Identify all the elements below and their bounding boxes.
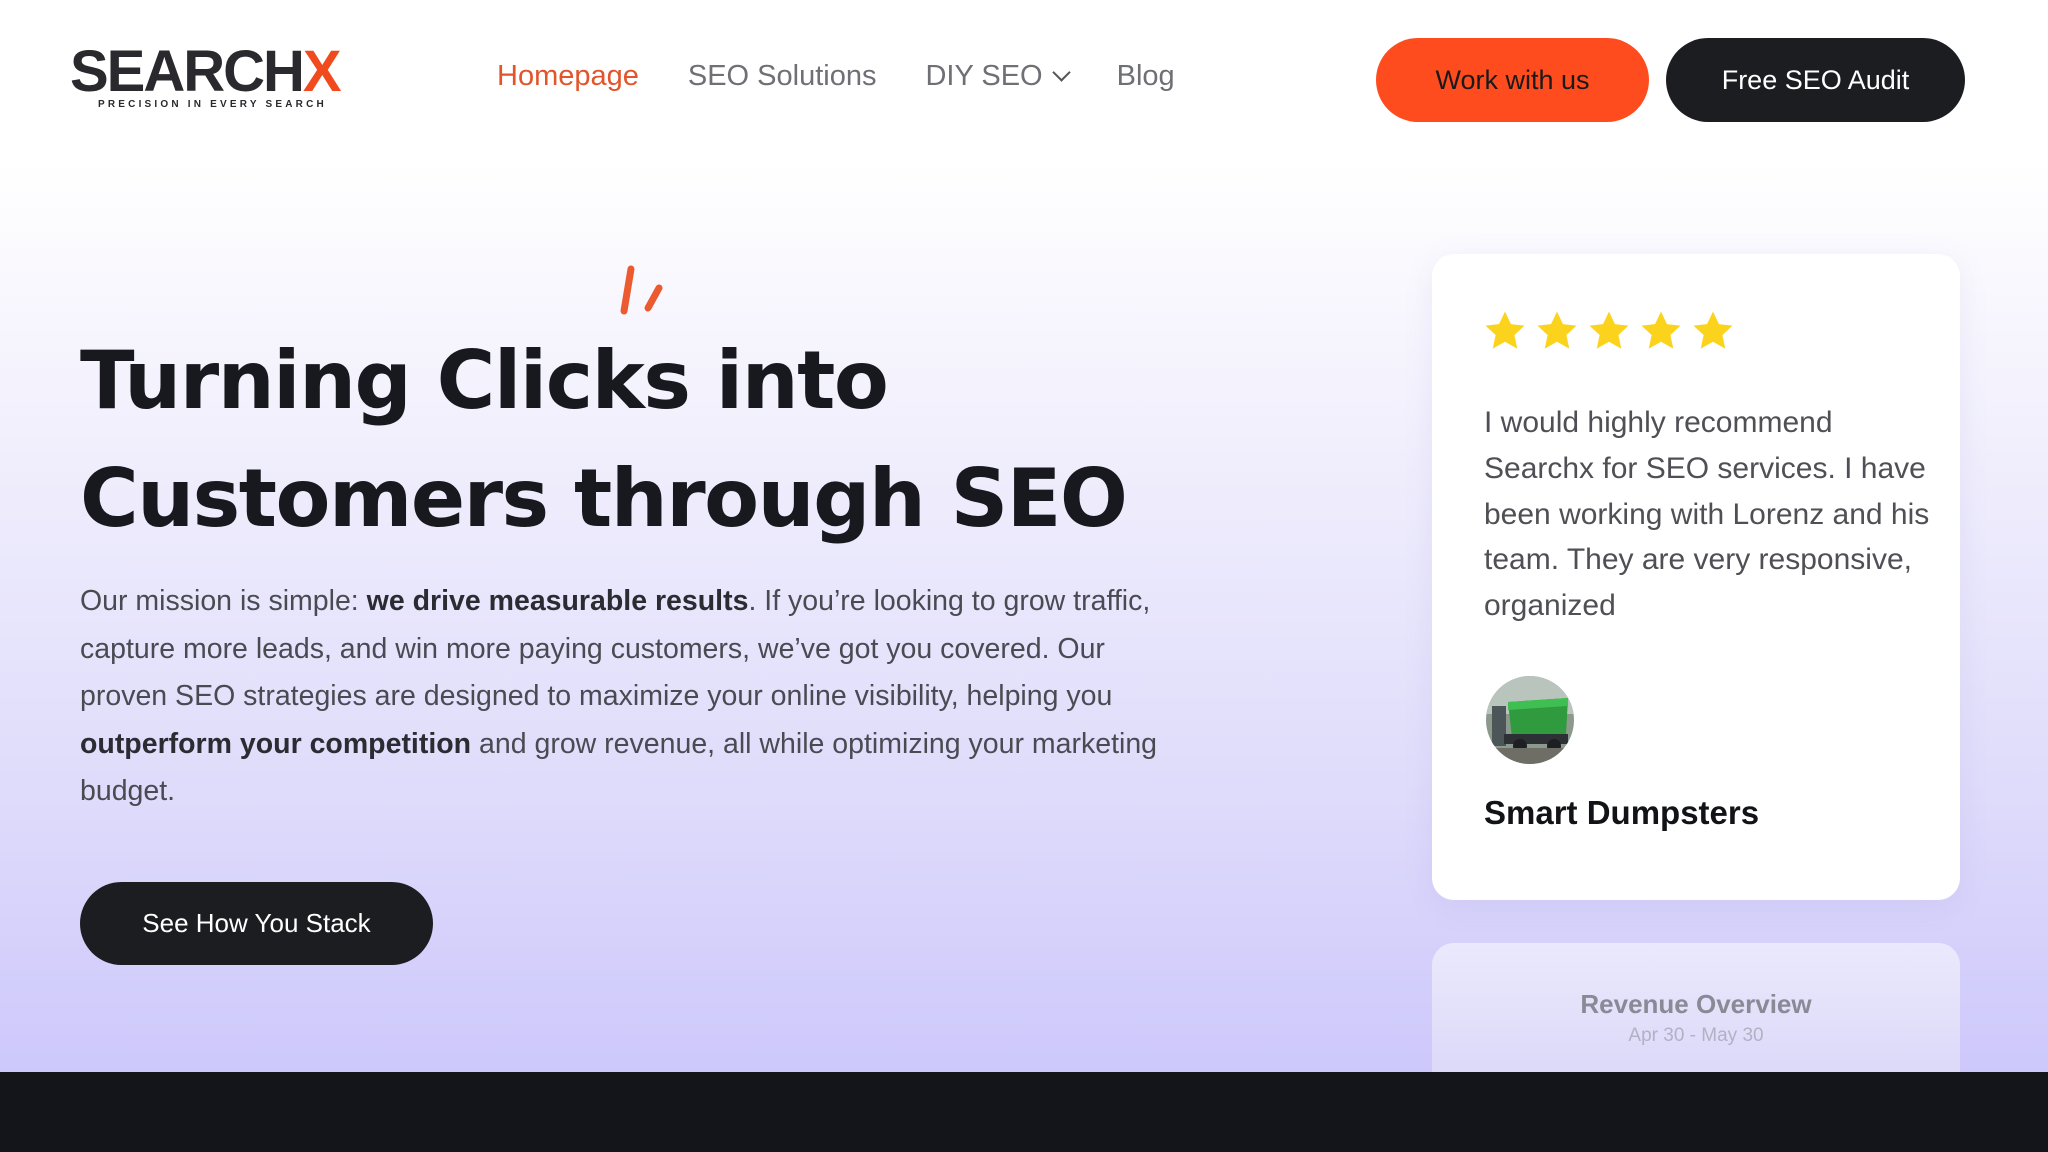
logo-wordmark: SEARCHX	[70, 39, 342, 104]
free-seo-audit-button[interactable]: Free SEO Audit	[1666, 38, 1965, 122]
star-icon	[1589, 311, 1629, 349]
star-icon	[1485, 311, 1525, 349]
hero-description: Our mission is simple: we drive measurab…	[80, 585, 1158, 807]
revenue-overview-card: Revenue Overview Apr 30 - May 30	[1432, 943, 1960, 1072]
dumpster-photo-icon	[1486, 676, 1574, 764]
see-how-you-stack-button[interactable]: See How You Stack	[80, 882, 433, 965]
testimonial-card: I would highly recommend Searchx for SEO…	[1432, 254, 1960, 900]
sparkle-accent-icon	[620, 265, 663, 315]
testimonial-author: Smart Dumpsters	[1484, 794, 1760, 831]
hero-title: Turning Clicks into Customers through SE…	[80, 322, 1230, 558]
site-header: SEARCHX PRECISION IN EVERY SEARCH Homepa…	[0, 0, 2048, 160]
nav-item-homepage[interactable]: Homepage	[497, 60, 639, 93]
hero-title-line-1: Turning Clicks into	[80, 334, 889, 427]
star-icon	[1537, 311, 1577, 349]
avatar	[1486, 676, 1574, 764]
highlight-outperform: outperform your competition	[80, 727, 472, 760]
star-rating	[1482, 308, 1742, 354]
chevron-down-icon	[1051, 62, 1071, 82]
nav-item-blog[interactable]: Blog	[1117, 60, 1175, 93]
logo[interactable]: SEARCHX PRECISION IN EVERY SEARCH	[70, 39, 342, 114]
highlight-measurable-results: we drive measurable results	[366, 585, 749, 617]
testimonial-quote: I would highly recommend Searchx for SEO…	[1484, 406, 1930, 623]
nav-item-seo-solutions[interactable]: SEO Solutions	[688, 60, 877, 93]
nav-item-diy-seo[interactable]: DIY SEO	[925, 60, 1071, 93]
star-icon	[1693, 311, 1733, 349]
revenue-date-range: Apr 30 - May 30	[1628, 1025, 1764, 1046]
star-icon	[1641, 311, 1681, 349]
work-with-us-button[interactable]: Work with us	[1376, 38, 1649, 122]
dark-section-band	[0, 1072, 2048, 1152]
main-nav: Homepage SEO Solutions DIY SEO Blog	[497, 56, 1224, 96]
revenue-title: Revenue Overview	[1580, 989, 1812, 1019]
hero-title-line-2: Customers through SEO	[80, 452, 1128, 545]
logo-tagline: PRECISION IN EVERY SEARCH	[98, 99, 327, 110]
